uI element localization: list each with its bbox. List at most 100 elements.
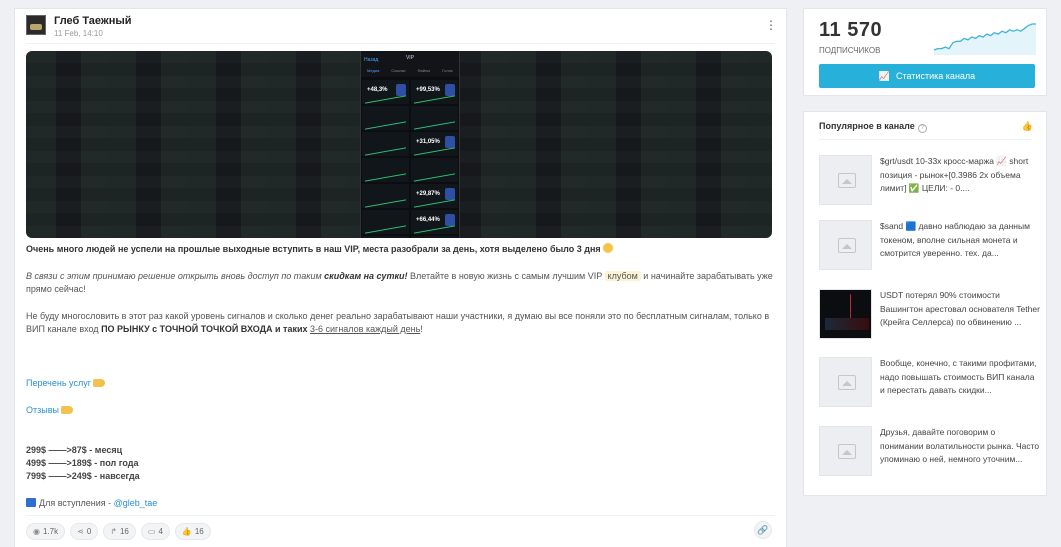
- phone-grid-cell: +48,3%: [362, 80, 409, 104]
- comment-icon: ▭: [147, 527, 156, 536]
- likes-count: 16: [194, 527, 204, 536]
- post-header: Глеб Таежный 11 Feb, 14:10 ⋮: [26, 15, 777, 45]
- phone-grid-cell: +66,44%: [411, 210, 458, 234]
- more-options-icon[interactable]: ⋮: [765, 18, 777, 32]
- divider: [26, 515, 775, 516]
- post-text: В связи с этим принимаю решение открыть …: [26, 271, 325, 281]
- phone-title: VIP: [405, 55, 415, 61]
- forwards-count: 16: [119, 527, 129, 536]
- phone-tabs: Медиа Ссылки Файлы Голос: [361, 68, 459, 73]
- shares-counter[interactable]: ⋖ 0: [70, 523, 99, 540]
- phone-grid-cell: [411, 158, 458, 182]
- author-avatar[interactable]: [26, 15, 46, 35]
- highlighted-word: клубом: [604, 271, 641, 281]
- chart-line: [365, 140, 406, 156]
- phone-screenshot: Назад VIP Медиа Ссылки Файлы Голос +48,3…: [360, 51, 460, 238]
- image-placeholder-icon: [819, 357, 872, 407]
- image-placeholder-icon: [819, 426, 872, 476]
- forwards-counter[interactable]: ↱ 16: [103, 523, 136, 540]
- phone-grid-cell: [362, 106, 409, 130]
- post-card: Глеб Таежный 11 Feb, 14:10 ⋮ Назад VIP М…: [14, 8, 787, 547]
- phone-grid-cell: [362, 210, 409, 234]
- eye-icon: ◉: [33, 527, 40, 536]
- channel-stats-button[interactable]: 📈 Статистика канала: [819, 64, 1035, 88]
- share-icon: ⋖: [77, 527, 84, 536]
- author-name[interactable]: Глеб Таежный: [54, 15, 132, 27]
- join-label: Для вступления -: [39, 498, 114, 508]
- thumbs-up-icon[interactable]: 👍: [1022, 121, 1033, 132]
- chart-line: [414, 114, 455, 130]
- channel-stats-card: 11 570 ПОДПИСЧИКОВ 📈 Статистика канала: [803, 8, 1047, 96]
- join-link[interactable]: @gleb_tae: [114, 498, 158, 508]
- subscribers-count: 11 570: [819, 19, 883, 41]
- phone-grid-cell: +29,87%: [411, 184, 458, 208]
- phone-grid-cell: [362, 158, 409, 182]
- chart-line: [365, 192, 406, 208]
- post-text-bold: ПО РЫНКУ с ТОЧНОЙ ТОЧКОЙ ВХОДА: [101, 324, 273, 334]
- post-image[interactable]: Назад VIP Медиа Ссылки Файлы Голос +48,3…: [26, 51, 772, 238]
- popular-item-text: $grt/usdt 10-33x кросс-маржа 📈 short поз…: [880, 156, 1029, 193]
- popular-item-text: Вообще, конечно, с такими профитами, над…: [880, 358, 1037, 395]
- reviews-link[interactable]: Отзывы: [26, 405, 59, 415]
- price-list: 299$ ——>87$ - месяц 499$ ——>189$ - пол г…: [26, 444, 776, 483]
- copy-link-icon[interactable]: 🔗: [754, 521, 772, 539]
- sparkline-area: [934, 24, 1036, 55]
- popular-item[interactable]: USDT потерял 90% стоимости Вашингтон аре…: [819, 289, 1040, 343]
- chart-line: [365, 114, 406, 130]
- post-paragraph: Не буду многословить в этот раз какой ур…: [26, 310, 776, 336]
- phone-grid-cell: +99,53%: [411, 80, 458, 104]
- pointing-hand-icon: [92, 379, 105, 387]
- chart-line: [414, 166, 455, 182]
- popular-item[interactable]: Вообще, конечно, с такими профитами, над…: [819, 357, 1039, 411]
- popular-posts-card: Популярное в канале? 👍 $grt/usdt 10-33x …: [803, 111, 1047, 496]
- post-paragraph: Отзывы: [26, 404, 776, 417]
- chart-line: [365, 166, 406, 182]
- price-item: 299$ ——>87$ - месяц: [26, 445, 123, 455]
- phone-grid-cell: +31,05%: [411, 132, 458, 156]
- phone-media-grid: +48,3%+99,53%+31,05%+29,87%+66,44%+26,37…: [361, 79, 459, 238]
- post-paragraph: В связи с этим принимаю решение открыть …: [26, 270, 776, 296]
- services-link[interactable]: Перечень услуг: [26, 378, 91, 388]
- divider: [26, 43, 775, 44]
- chart-line: [365, 218, 406, 234]
- post-stats-bar: ◉ 1.7k ⋖ 0 ↱ 16 ▭ 4 👍 16: [26, 523, 211, 541]
- post-text: Очень много людей не успели на прошлые в…: [26, 244, 601, 254]
- forward-icon: ↱: [110, 527, 117, 536]
- comments-counter[interactable]: ▭ 4: [140, 523, 170, 540]
- thumbs-up-icon: 👍: [181, 527, 192, 536]
- phone-grid-cell: [362, 132, 409, 156]
- post-text-underline: 3-6 сигналов каждый день: [310, 324, 421, 334]
- phone-grid-cell: [362, 236, 409, 238]
- chart-icon: 📈: [878, 70, 891, 81]
- post-text: !: [420, 324, 423, 334]
- post-paragraph: Перечень услуг: [26, 377, 776, 390]
- image-placeholder-icon: [819, 220, 872, 270]
- phone-grid-cell: [411, 236, 458, 238]
- phone-top-bar: Назад VIP Медиа Ссылки Файлы Голос: [361, 51, 459, 77]
- divider: [819, 139, 1031, 140]
- popular-item-text: $sand 🟦 давно наблюдаю за данным токеном…: [880, 221, 1030, 258]
- price-item: 499$ ——>189$ - пол года: [26, 458, 139, 468]
- post-body: Очень много людей не успели на прошлые в…: [26, 243, 776, 510]
- post-paragraph: Для вступления - @gleb_tae: [26, 497, 776, 510]
- post-date: 11 Feb, 14:10: [54, 29, 103, 38]
- popular-item[interactable]: $sand 🟦 давно наблюдаю за данным токеном…: [819, 220, 1039, 274]
- phone-grid-cell: [362, 184, 409, 208]
- popular-item[interactable]: $grt/usdt 10-33x кросс-маржа 📈 short поз…: [819, 155, 1039, 209]
- phone-tab: Медиа: [367, 68, 380, 73]
- views-count: 1.7k: [42, 527, 59, 536]
- info-icon[interactable]: ?: [917, 124, 927, 133]
- image-placeholder-icon: [819, 155, 872, 205]
- popular-item-text: USDT потерял 90% стоимости Вашингтон аре…: [880, 290, 1040, 327]
- phone-grid-cell: [411, 106, 458, 130]
- popular-item[interactable]: Друзья, давайте поговорим о понимании во…: [819, 426, 1039, 480]
- popular-title-text: Популярное в канале: [819, 121, 915, 131]
- likes-counter[interactable]: 👍 16: [174, 523, 211, 540]
- blue-square-icon: [26, 498, 36, 507]
- views-counter[interactable]: ◉ 1.7k: [26, 523, 66, 540]
- post-text: Влетайте в новую жизнь с самым лучшим VI…: [407, 271, 605, 281]
- popular-title: Популярное в канале?: [819, 121, 927, 133]
- post-text-bold: и таких: [272, 324, 311, 334]
- post-paragraph: Очень много людей не успели на прошлые в…: [26, 243, 776, 256]
- popular-item-text: Друзья, давайте поговорим о понимании во…: [880, 427, 1040, 464]
